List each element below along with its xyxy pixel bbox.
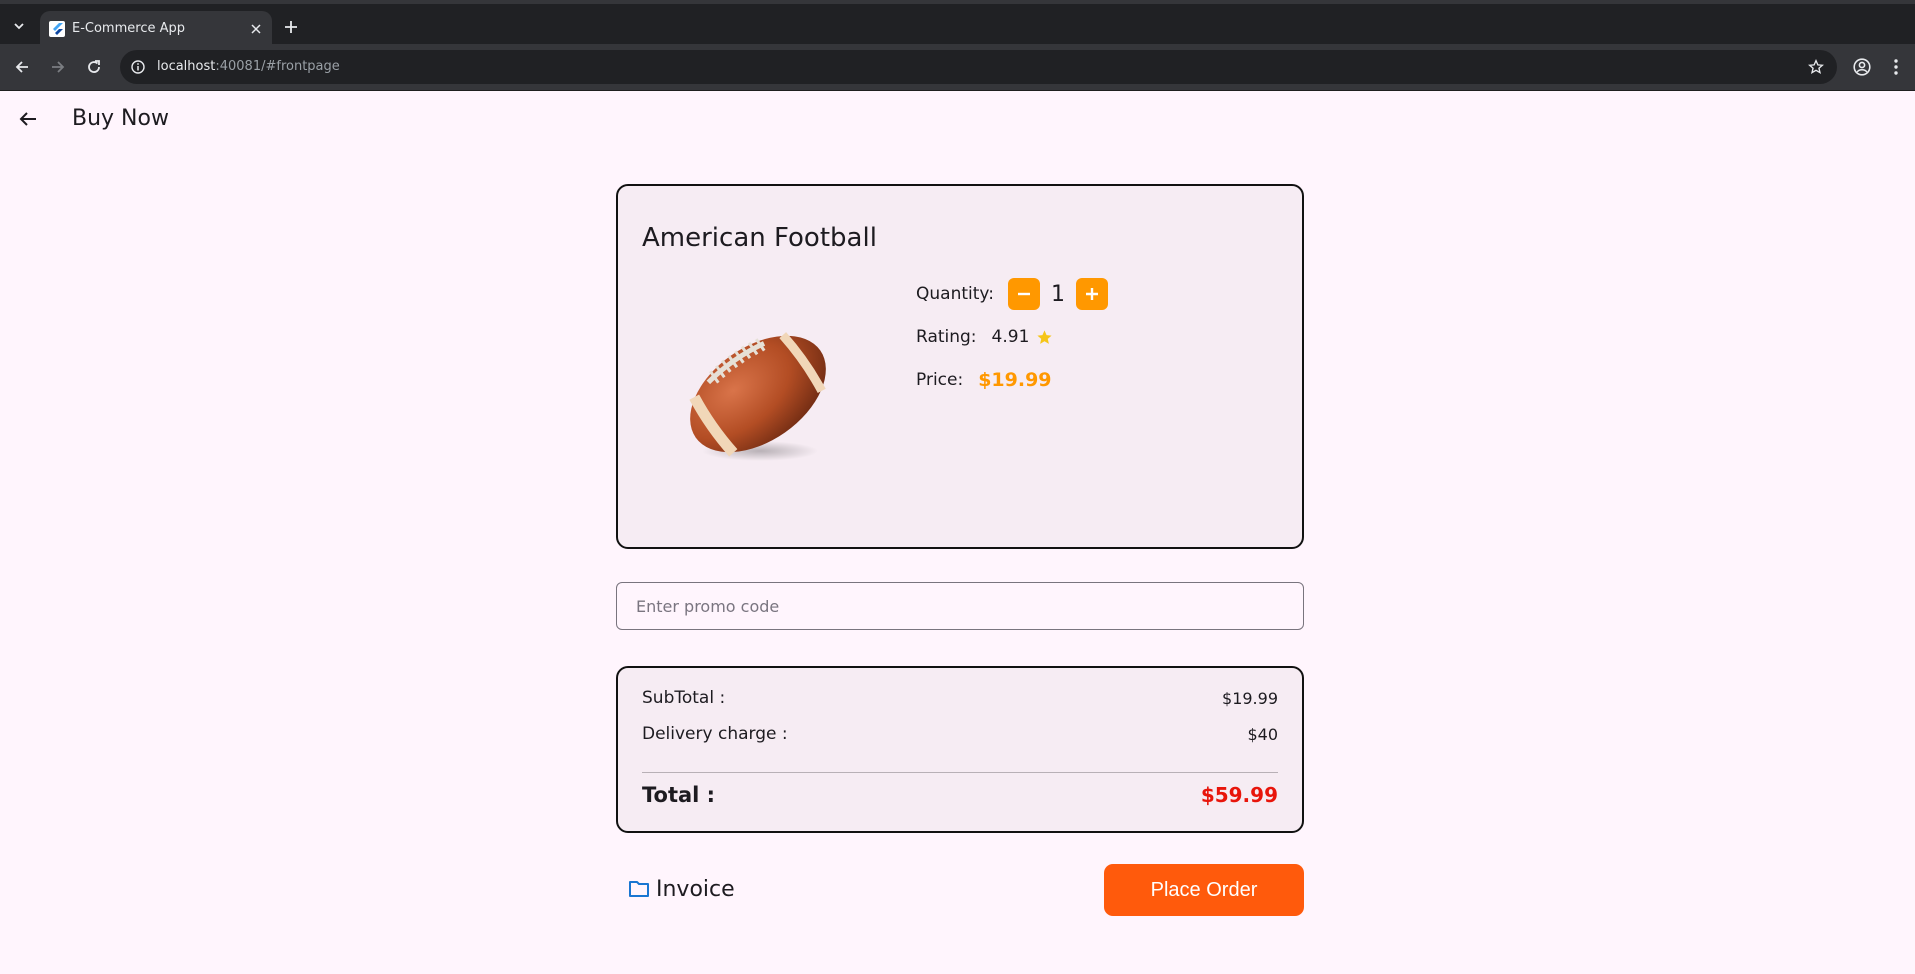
profile-avatar-icon[interactable] (1851, 56, 1873, 78)
quantity-label: Quantity: (916, 284, 994, 304)
tab-search-chevron-icon[interactable] (8, 15, 30, 37)
url-host: localhost (157, 59, 216, 74)
rating-value: 4.91 (991, 327, 1030, 347)
rating-label: Rating: (916, 327, 977, 347)
browser-tab-strip: E-Commerce App (0, 0, 1915, 48)
price-row: Price: $19.99 (916, 369, 1052, 391)
total-row: Total : $59.99 (642, 783, 1278, 807)
browser-toolbar: localhost:40081/#frontpage (0, 44, 1915, 91)
site-info-icon[interactable] (130, 59, 146, 75)
promo-code-input[interactable] (616, 582, 1304, 630)
quantity-row: Quantity: 1 (916, 278, 1108, 310)
invoice-label: Invoice (656, 876, 735, 902)
browser-back-icon[interactable] (12, 57, 32, 77)
app-bar: Buy Now (0, 91, 1915, 147)
increase-quantity-button[interactable] (1075, 278, 1108, 310)
page-title: Buy Now (72, 106, 169, 131)
rating-row: Rating: 4.91 (916, 327, 1053, 347)
bookmark-star-icon[interactable] (1807, 58, 1825, 76)
total-value: $59.99 (1200, 783, 1278, 807)
summary-divider (642, 772, 1278, 773)
subtotal-row: SubTotal : $19.99 (642, 688, 1278, 708)
delivery-label: Delivery charge : (642, 724, 788, 744)
product-name: American Football (642, 223, 877, 253)
flutter-favicon-icon (49, 21, 65, 37)
american-football-image (678, 326, 838, 466)
plus-icon (1085, 288, 1098, 300)
total-label: Total : (642, 783, 716, 807)
minus-icon (1017, 292, 1030, 296)
invoice-button[interactable]: Invoice (628, 874, 735, 904)
delivery-value: $40 (1247, 724, 1278, 744)
browser-forward-icon[interactable] (48, 57, 68, 77)
url-path: :40081/#frontpage (215, 59, 340, 74)
order-summary-card: SubTotal : $19.99 Delivery charge : $40 … (616, 666, 1304, 833)
star-icon (1036, 329, 1053, 346)
decrease-quantity-button[interactable] (1007, 278, 1040, 310)
address-bar[interactable]: localhost:40081/#frontpage (120, 50, 1837, 84)
price-value: $19.99 (978, 369, 1052, 391)
url-text: localhost:40081/#frontpage (157, 59, 340, 74)
invoice-folder-icon (628, 880, 650, 898)
browser-menu-icon[interactable] (1888, 56, 1904, 78)
subtotal-value: $19.99 (1222, 688, 1278, 708)
tab-title: E-Commerce App (72, 21, 185, 36)
subtotal-label: SubTotal : (642, 688, 726, 708)
back-arrow-icon[interactable] (16, 107, 40, 131)
close-tab-icon[interactable] (248, 21, 264, 37)
price-label: Price: (916, 370, 964, 390)
place-order-button[interactable]: Place Order (1104, 864, 1304, 916)
browser-tab[interactable]: E-Commerce App (40, 11, 272, 48)
delivery-row: Delivery charge : $40 (642, 724, 1278, 744)
quantity-value: 1 (1050, 281, 1065, 307)
new-tab-icon[interactable] (282, 18, 300, 36)
product-card: American Football Quantity: 1 Rating: 4.… (616, 184, 1304, 549)
reload-icon[interactable] (84, 57, 104, 77)
